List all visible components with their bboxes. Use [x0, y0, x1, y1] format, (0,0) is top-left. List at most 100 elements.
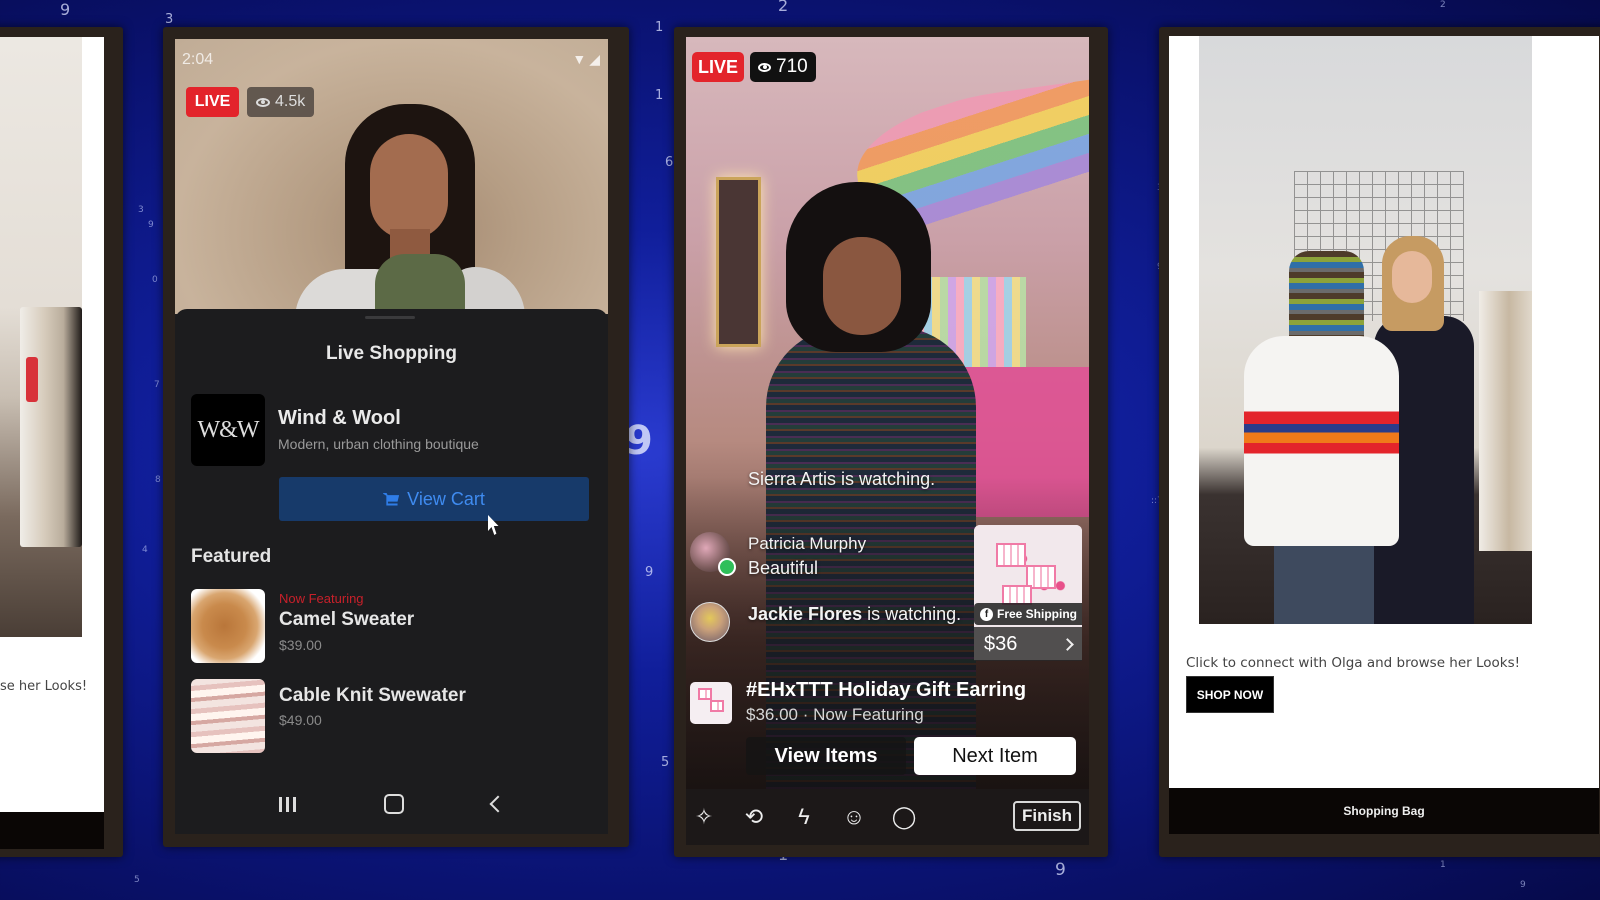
view-cart-button[interactable]: View Cart [279, 477, 589, 521]
free-shipping-badge: f Free Shipping [974, 603, 1082, 625]
free-shipping-label: Free Shipping [997, 607, 1078, 621]
back-icon[interactable] [489, 795, 507, 813]
comment-item[interactable]: Jackie Flores is watching. [686, 602, 976, 652]
comment-item[interactable]: Patricia Murphy Beautiful [686, 532, 976, 582]
bg-digit: 9 [1520, 880, 1526, 890]
store-description: Modern, urban clothing boutique [278, 436, 479, 452]
left-panel-bottom-bar [0, 812, 104, 849]
sheet-drag-handle[interactable] [365, 316, 415, 319]
comment-icon[interactable]: ◯ [890, 803, 918, 831]
chevron-right-icon [1061, 637, 1074, 651]
comment-text: Jackie Flores is watching. [748, 602, 961, 626]
guest-icon[interactable]: ☺ [840, 803, 868, 831]
bg-digit: 7 [154, 380, 160, 390]
eye-icon [758, 62, 771, 72]
video-badge-icon [718, 558, 736, 576]
status-bar-time: 2:04 [182, 51, 214, 68]
bg-digit: 5 [134, 875, 140, 885]
store-logo[interactable]: W&W [191, 394, 265, 466]
product-item[interactable]: Cable Knit Swewater $49.00 [191, 679, 591, 753]
product-name: Camel Sweater [279, 609, 415, 630]
view-cart-label: View Cart [407, 488, 485, 509]
bg-digit: 4 [142, 545, 148, 555]
live-video-feed[interactable]: 2:04 ▼◢ LIVE 4.5k [175, 39, 608, 314]
home-icon[interactable] [384, 794, 404, 814]
product-name: Cable Knit Swewater [279, 685, 466, 706]
sheet-title: Live Shopping [326, 343, 457, 364]
earring-shape [698, 688, 712, 700]
featured-product-thumbnail[interactable] [690, 682, 732, 724]
live-badge: LIVE [186, 87, 239, 117]
featured-heading: Featured [191, 546, 272, 567]
facebook-icon: f [980, 607, 993, 621]
viewer-count-badge: 4.5k [247, 87, 315, 117]
comment-text: Sierra Artis is watching. [748, 467, 935, 491]
next-item-button[interactable]: Next Item [914, 737, 1076, 775]
shopping-bag-label: Shopping Bag [1343, 804, 1425, 818]
shop-now-button[interactable]: SHOP NOW [1186, 676, 1274, 713]
earring-shape [710, 700, 724, 712]
left-browser-panel: se her Looks! [0, 27, 123, 857]
earring-shape [996, 543, 1026, 567]
viewer-count-badge: 710 [750, 52, 816, 82]
bg-digit: 0 [152, 275, 158, 285]
product-item[interactable]: Now Featuring Camel Sweater $39.00 [191, 589, 591, 663]
featured-product-title: #EHxTTT Holiday Gift Earring [746, 679, 1027, 701]
product-card-price: $36 [984, 632, 1018, 655]
product-card-price-row[interactable]: $36 [974, 627, 1082, 661]
commenter-name: Jackie Flores [748, 604, 863, 624]
earring-shape [1002, 585, 1032, 605]
bg-digit: 1 [1440, 860, 1446, 870]
cart-icon [383, 492, 400, 506]
comment-item[interactable]: Sierra Artis is watching. [686, 467, 976, 517]
bg-digit: 3 [138, 205, 144, 215]
presenter-face [370, 134, 448, 239]
flash-off-icon[interactable]: ϟ [790, 803, 818, 831]
viewer-count: 710 [776, 56, 808, 77]
store-name[interactable]: Wind & Wool [278, 407, 401, 430]
bg-digit: 1 [655, 88, 664, 103]
striped-sweater-image [1289, 251, 1364, 341]
android-nav-bar [175, 774, 608, 834]
bg-digit: 2 [778, 0, 789, 15]
bg-digit: 5 [661, 755, 670, 770]
comment-body: is watching. [867, 604, 962, 624]
bg-digit: 9 [645, 565, 654, 580]
product-thumbnail [191, 679, 265, 753]
now-featuring-tag: Now Featuring [279, 591, 364, 606]
jeans-image [1274, 541, 1374, 624]
avatar[interactable] [690, 602, 730, 642]
presenter-shirt [375, 254, 465, 314]
magic-wand-icon[interactable]: ✧ [690, 803, 718, 831]
coat-rack-image [20, 307, 82, 547]
red-garment-image [26, 357, 38, 402]
bg-digit: 9 [1055, 860, 1066, 880]
bg-digit: 8 [155, 475, 161, 485]
view-items-button[interactable]: View Items [746, 737, 906, 775]
mirror-image [716, 177, 761, 347]
shopping-bag-bar[interactable]: Shopping Bag [1169, 788, 1599, 834]
left-panel-caption[interactable]: se her Looks! [0, 679, 87, 694]
right-browser-panel: Click to connect with Olga and browse he… [1159, 27, 1600, 857]
product-price: $39.00 [279, 637, 322, 653]
right-panel-screen: Click to connect with Olga and browse he… [1169, 36, 1599, 788]
comment-body: is watching. [841, 469, 936, 489]
live-badge: LIVE [692, 52, 744, 82]
bg-digit: 2 [1440, 0, 1446, 10]
bg-digit: 9 [60, 0, 71, 19]
coat-rack-image [1479, 291, 1532, 551]
avatar[interactable] [690, 532, 736, 576]
presenter-face-image [1392, 251, 1432, 303]
finish-button[interactable]: Finish [1013, 801, 1081, 831]
olga-video-image[interactable] [1199, 36, 1532, 624]
flip-camera-icon[interactable]: ⟲ [740, 803, 768, 831]
comment-body: Beautiful [748, 558, 819, 578]
product-thumbnail [191, 589, 265, 663]
recents-icon[interactable] [279, 796, 296, 812]
phone-frame-shopper: 2:04 ▼◢ LIVE 4.5k Live Shopping W&W Wind… [163, 27, 629, 847]
broadcast-toolbar: ✧ ⟲ ϟ ☺ ◯ Finish [686, 789, 1089, 845]
white-sweater-image [1244, 336, 1399, 546]
wifi-signal-icon: ▼◢ [572, 51, 603, 67]
bg-digit: 9 [625, 418, 653, 464]
presenter-face-image [823, 237, 901, 335]
